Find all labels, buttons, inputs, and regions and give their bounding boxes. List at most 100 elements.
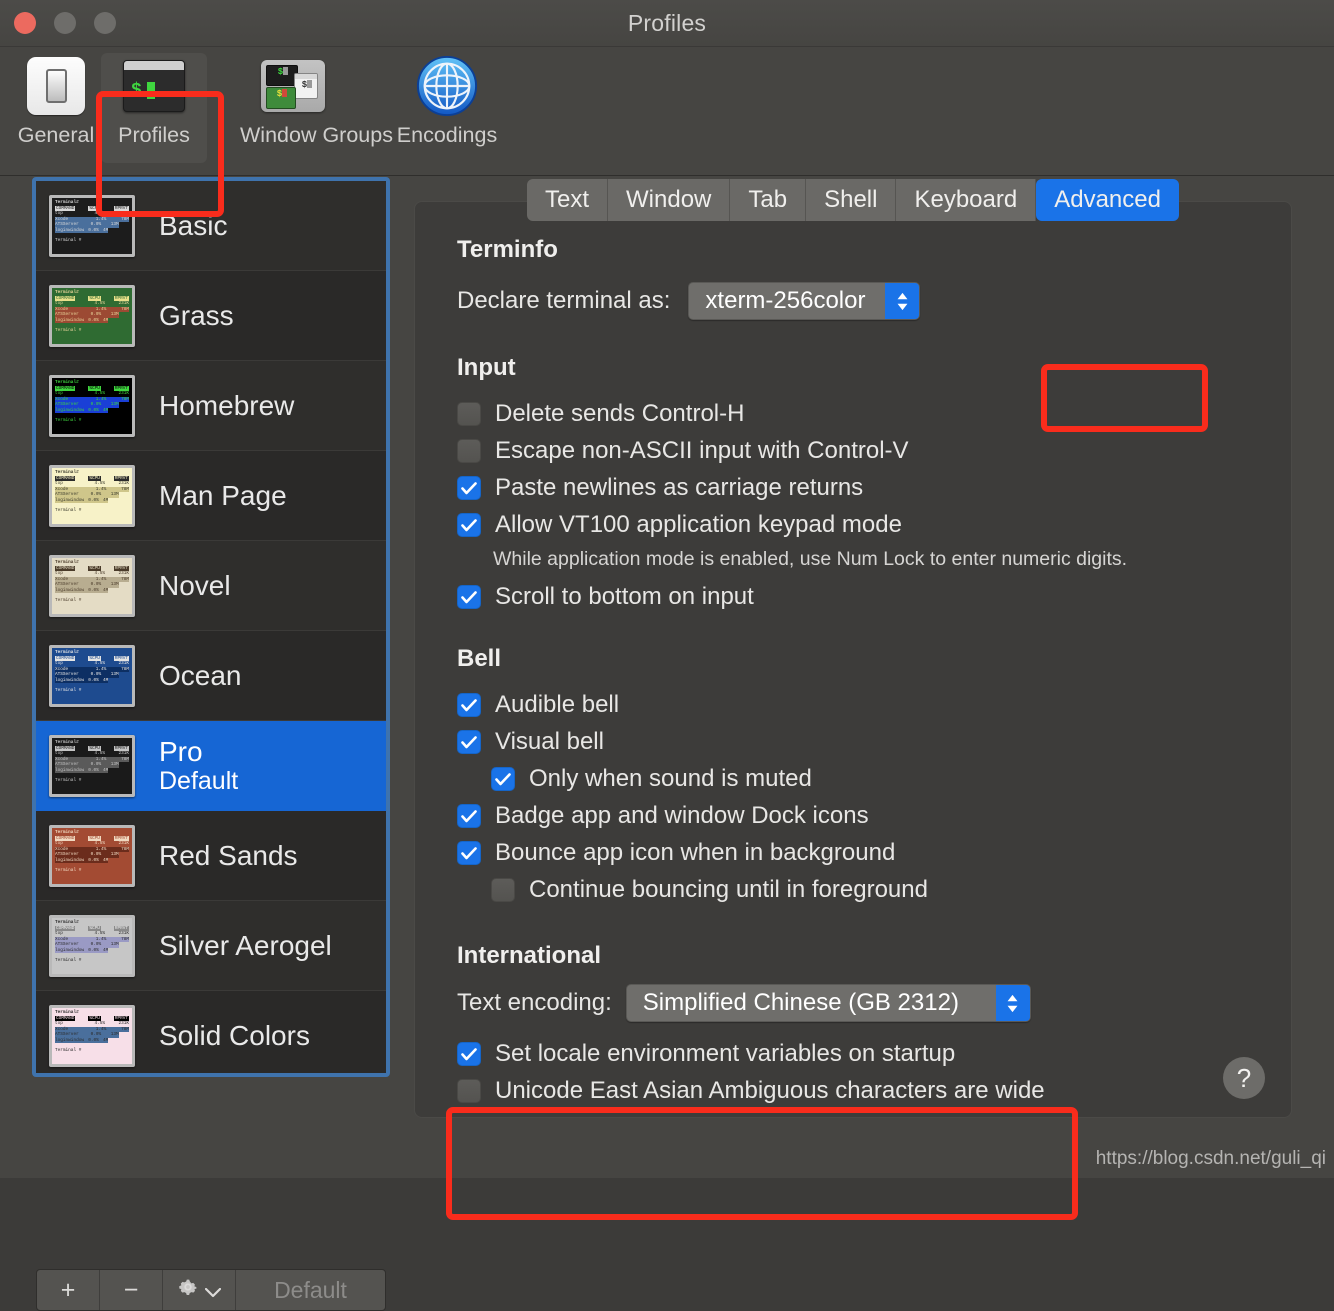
profile-name-label: Man Page [159, 479, 287, 511]
advanced-settings-panel: Terminfo Declare terminal as: xterm-256c… [414, 201, 1292, 1118]
tab-shell[interactable]: Shell [806, 179, 897, 221]
checkbox-checked-icon[interactable] [457, 730, 481, 754]
checkbox-label: Allow VT100 application keypad mode [495, 511, 902, 538]
profile-list-container: Terminal# COMMAND %CPU RPRVT top 4.5% 231K Xcod… [32, 177, 390, 1077]
profile-list-toolbar: + − Default [36, 1269, 386, 1311]
input-options-after-note-group: Scroll to bottom on input [457, 583, 1261, 611]
profile-name-label: Novel [159, 569, 231, 601]
checkbox-checked-icon[interactable] [457, 585, 481, 609]
toolbar-item-encodings[interactable]: Encodings [394, 53, 500, 148]
profile-thumbnail: Terminal# COMMAND %CPU RPRVT top 4.5% 231K Xcod… [49, 914, 135, 977]
checkbox-label: Continue bouncing until in foreground [529, 876, 928, 903]
set-default-button[interactable]: Default [236, 1270, 385, 1310]
checkbox-checked-icon[interactable] [457, 693, 481, 717]
tab-text[interactable]: Text [527, 179, 609, 221]
profile-list[interactable]: Terminal# COMMAND %CPU RPRVT top 4.5% 231K Xcod… [36, 181, 386, 1073]
checkbox-checked-icon[interactable] [457, 804, 481, 828]
profile-thumbnail: Terminal# COMMAND %CPU RPRVT top 4.5% 231K Xcod… [49, 1004, 135, 1067]
checkbox-label: Unicode East Asian Ambiguous characters … [495, 1077, 1045, 1104]
checkbox-row[interactable]: Scroll to bottom on input [457, 583, 1261, 611]
checkbox-row[interactable]: Visual bell [457, 728, 1261, 756]
checkbox-row[interactable]: Delete sends Control-H [457, 400, 1261, 428]
profile-list-item[interactable]: Terminal# COMMAND %CPU RPRVT top 4.5% 231K Xcod… [36, 721, 386, 811]
settings-tab-bar: Text Window Tab Shell Keyboard Advanced [414, 179, 1292, 221]
profile-list-item[interactable]: Terminal# COMMAND %CPU RPRVT top 4.5% 231K Xcod… [36, 631, 386, 721]
checkbox-label: Only when sound is muted [529, 765, 812, 792]
profile-name: Basic [159, 210, 227, 241]
remove-profile-button[interactable]: − [100, 1270, 163, 1310]
profile-list-item[interactable]: Terminal# COMMAND %CPU RPRVT top 4.5% 231K Xcod… [36, 181, 386, 271]
text-encoding-row: Text encoding: Simplified Chinese (GB 23… [457, 984, 1261, 1022]
globe-icon [394, 53, 500, 119]
profile-thumbnail: Terminal# COMMAND %CPU RPRVT top 4.5% 231K Xcod… [49, 644, 135, 707]
checkbox-label: Set locale environment variables on star… [495, 1040, 956, 1067]
declare-terminal-label: Declare terminal as: [457, 287, 671, 314]
profile-name-label: Basic [159, 209, 228, 241]
profile-name: Silver Aerogel [159, 930, 332, 961]
declare-terminal-value: xterm-256color [705, 287, 866, 314]
checkbox-label: Bounce app icon when in background [495, 839, 896, 866]
text-encoding-select[interactable]: Simplified Chinese (GB 2312) [625, 984, 1031, 1022]
input-note: While application mode is enabled, use N… [493, 548, 1128, 570]
profile-name-label: Pro [159, 735, 203, 767]
checkbox-row[interactable]: Audible bell [457, 691, 1261, 719]
profile-thumbnail: Terminal# COMMAND %CPU RPRVT top 4.5% 231K Xcod… [49, 554, 135, 617]
checkbox-row[interactable]: Set locale environment variables on star… [457, 1040, 1261, 1068]
checkbox-row[interactable]: Paste newlines as carriage returns [457, 474, 1261, 502]
profile-name-label: Ocean [159, 659, 242, 691]
help-button[interactable]: ? [1223, 1057, 1265, 1099]
checkbox-row[interactable]: Unicode East Asian Ambiguous characters … [457, 1077, 1261, 1105]
toolbar-item-profiles[interactable]: $ Profiles [101, 53, 207, 163]
toolbar-item-encodings-label: Encodings [396, 123, 498, 147]
text-encoding-label: Text encoding: [457, 989, 612, 1016]
profile-list-item[interactable]: Terminal# COMMAND %CPU RPRVT top 4.5% 231K Xcod… [36, 451, 386, 541]
checkbox-checked-icon[interactable] [457, 476, 481, 500]
tab-advanced[interactable]: Advanced [1036, 179, 1179, 221]
toolbar-item-general[interactable]: General [4, 53, 108, 148]
profile-list-item[interactable]: Terminal# COMMAND %CPU RPRVT top 4.5% 231K Xcod… [36, 541, 386, 631]
toolbar-item-window-groups[interactable]: $ $ $ Window Groups [240, 53, 393, 148]
profile-thumbnail: Terminal# COMMAND %CPU RPRVT top 4.5% 231K Xcod… [49, 734, 135, 797]
checkbox-checked-icon[interactable] [457, 1042, 481, 1066]
checkbox-row[interactable]: Escape non-ASCII input with Control-V [457, 437, 1261, 465]
checkbox-row[interactable]: Badge app and window Dock icons [457, 802, 1261, 830]
preferences-toolbar: General $ Profiles $ $ $ Window Groups E… [0, 47, 1334, 217]
checkbox-unchecked-icon[interactable] [491, 878, 515, 902]
profile-list-item[interactable]: Terminal# COMMAND %CPU RPRVT top 4.5% 231K Xcod… [36, 991, 386, 1073]
profile-thumbnail: Terminal# COMMAND %CPU RPRVT top 4.5% 231K Xcod… [49, 374, 135, 437]
profile-name-label: Solid Colors [159, 1019, 310, 1051]
checkbox-label: Badge app and window Dock icons [495, 802, 869, 829]
profile-actions-button[interactable] [163, 1270, 236, 1310]
checkbox-row[interactable]: Continue bouncing until in foreground [491, 876, 1261, 904]
checkbox-row[interactable]: Bounce app icon when in background [457, 839, 1261, 867]
checkbox-checked-icon[interactable] [457, 513, 481, 537]
checkbox-checked-icon[interactable] [491, 767, 515, 791]
toolbar-item-general-label: General [17, 123, 95, 147]
checkbox-unchecked-icon[interactable] [457, 439, 481, 463]
page-title: Profiles [627, 10, 707, 36]
profile-thumbnail: Terminal# COMMAND %CPU RPRVT top 4.5% 231K Xcod… [49, 464, 135, 527]
checkbox-unchecked-icon[interactable] [457, 1079, 481, 1103]
tab-tab[interactable]: Tab [730, 179, 807, 221]
profile-name: Solid Colors [159, 1020, 310, 1051]
highlight-international-section [446, 1107, 1078, 1220]
preferences-body: Terminal# COMMAND %CPU RPRVT top 4.5% 231K Xcod… [0, 176, 1334, 1311]
tab-keyboard[interactable]: Keyboard [896, 179, 1037, 221]
declare-terminal-select[interactable]: xterm-256color [688, 282, 921, 320]
profile-name-label: Grass [159, 299, 234, 331]
checkbox-checked-icon[interactable] [457, 841, 481, 865]
add-profile-button[interactable]: + [37, 1270, 100, 1310]
checkbox-unchecked-icon[interactable] [457, 402, 481, 426]
international-section-title: International [457, 942, 602, 969]
checkbox-label: Paste newlines as carriage returns [495, 474, 864, 501]
tab-window[interactable]: Window [608, 179, 731, 221]
checkbox-row[interactable]: Allow VT100 application keypad mode [457, 511, 1261, 539]
watermark-text: https://blog.csdn.net/guli_qi [1095, 1148, 1326, 1169]
profile-thumbnail: Terminal# COMMAND %CPU RPRVT top 4.5% 231K Xcod… [49, 284, 135, 347]
profile-list-item[interactable]: Terminal# COMMAND %CPU RPRVT top 4.5% 231K Xcod… [36, 901, 386, 991]
profile-list-item[interactable]: Terminal# COMMAND %CPU RPRVT top 4.5% 231K Xcod… [36, 811, 386, 901]
profile-list-item[interactable]: Terminal# COMMAND %CPU RPRVT top 4.5% 231K Xcod… [36, 361, 386, 451]
checkbox-row[interactable]: Only when sound is muted [491, 765, 1261, 793]
checkbox-label: Escape non-ASCII input with Control-V [495, 437, 909, 464]
profile-list-item[interactable]: Terminal# COMMAND %CPU RPRVT top 4.5% 231K Xcod… [36, 271, 386, 361]
